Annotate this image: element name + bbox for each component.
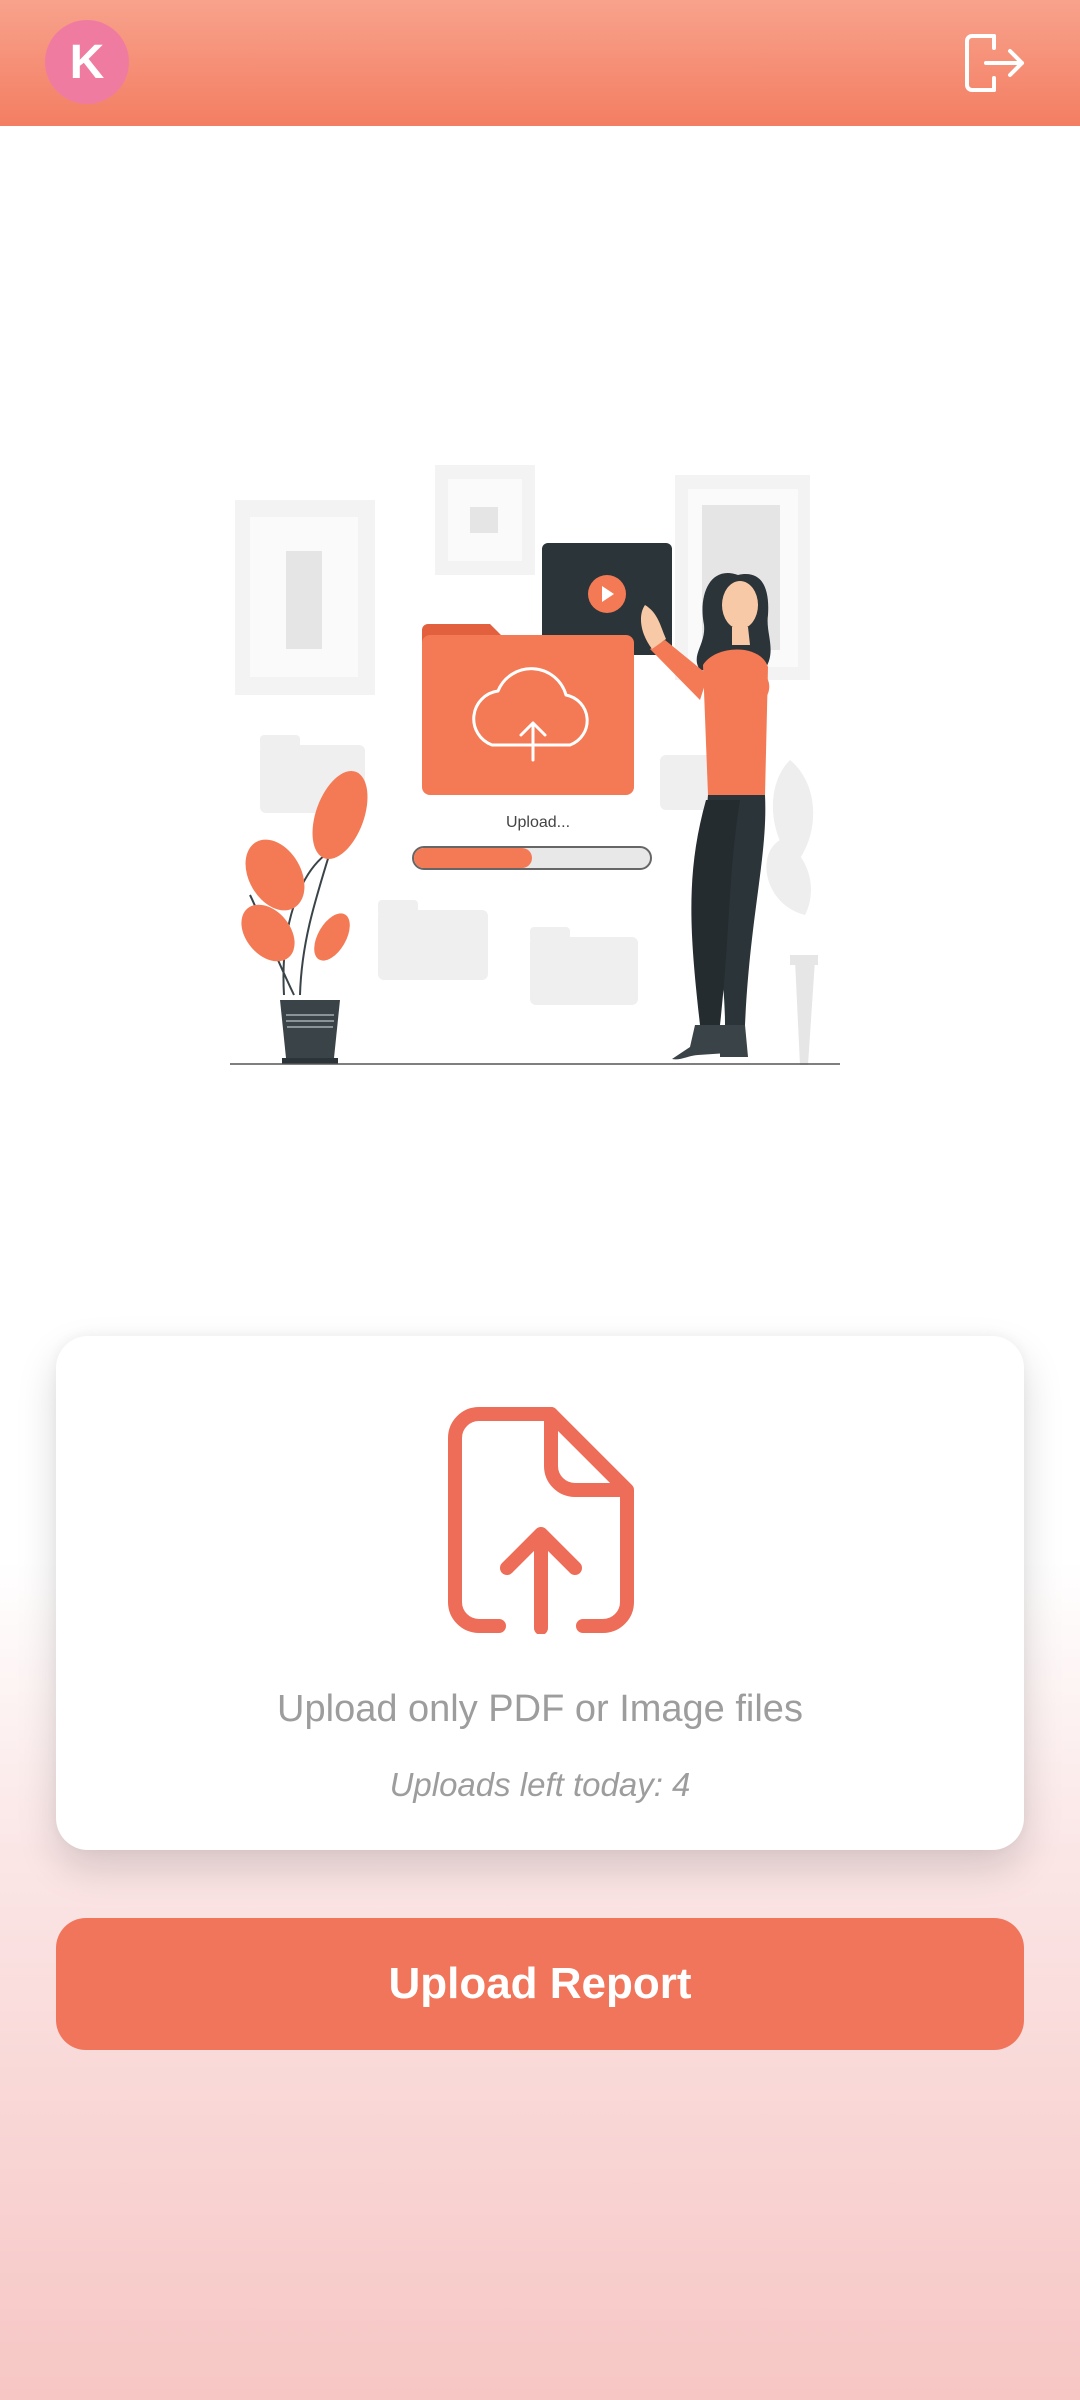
upload-illustration: Upload... [230, 465, 840, 1065]
file-upload-icon [448, 1407, 634, 1634]
app-header: K [0, 0, 1080, 126]
user-avatar[interactable]: K [45, 20, 129, 104]
upload-instruction: Upload only PDF or Image files [277, 1688, 803, 1730]
progress-label: Upload... [506, 814, 570, 831]
logout-icon [965, 34, 1024, 92]
uploads-left-label: Uploads left today: 4 [389, 1766, 691, 1803]
progress-fill [414, 848, 532, 868]
upload-report-button[interactable]: Upload Report [56, 1918, 1024, 2050]
logout-button[interactable] [955, 26, 1031, 100]
upload-card[interactable]: Upload only PDF or Image files Uploads l… [56, 1336, 1024, 1850]
